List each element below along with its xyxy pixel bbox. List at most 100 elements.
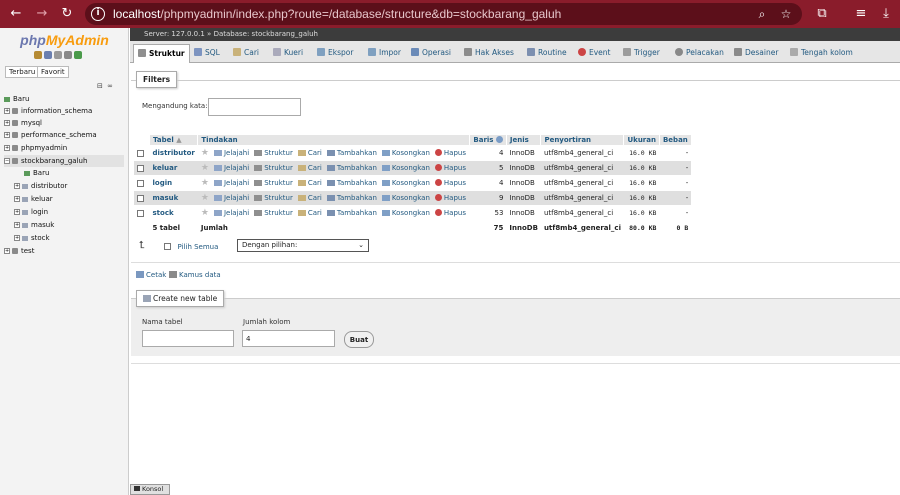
tab-trigger[interactable]: Trigger bbox=[623, 44, 660, 63]
browse-action[interactable]: Jelajahi bbox=[213, 164, 249, 172]
drop-action[interactable]: Hapus bbox=[434, 194, 466, 202]
search-action[interactable]: Cari bbox=[297, 209, 322, 217]
home-icon[interactable] bbox=[34, 51, 42, 59]
tree-item-stockbarang-galuh[interactable]: − stockbarang_galuh bbox=[4, 155, 124, 167]
collapse-link-icons[interactable]: ⊟ ∞ bbox=[97, 82, 114, 90]
docs-icon[interactable] bbox=[54, 51, 62, 59]
tab-event[interactable]: Event bbox=[578, 44, 611, 63]
tab-favorite[interactable]: Favorit bbox=[37, 66, 69, 78]
browse-action[interactable]: Jelajahi bbox=[213, 209, 249, 217]
drop-action[interactable]: Hapus bbox=[434, 164, 466, 172]
tab-impor[interactable]: Impor bbox=[368, 44, 401, 63]
tree-item-mysql[interactable]: + mysql bbox=[4, 117, 42, 129]
row-checkbox[interactable] bbox=[136, 179, 144, 187]
favorite-star-icon[interactable]: ★ bbox=[201, 193, 209, 203]
phpmyadmin-logo[interactable]: phpMyAdmin bbox=[0, 32, 129, 48]
insert-action[interactable]: Tambahkan bbox=[326, 209, 377, 217]
tab-kueri[interactable]: Kueri bbox=[273, 44, 303, 63]
insert-action[interactable]: Tambahkan bbox=[326, 149, 377, 157]
favorite-star-icon[interactable]: ★ bbox=[201, 163, 209, 173]
browse-action[interactable]: Jelajahi bbox=[213, 179, 249, 187]
search-action[interactable]: Cari bbox=[297, 179, 322, 187]
tab-recent[interactable]: Terbaru bbox=[5, 66, 40, 78]
tree-item-login[interactable]: + login bbox=[14, 206, 48, 218]
tree-item-performance-schema[interactable]: + performance_schema bbox=[4, 129, 97, 141]
row-checkbox[interactable] bbox=[136, 164, 144, 172]
col-baris[interactable]: Baris bbox=[469, 134, 507, 146]
breadcrumb-database[interactable]: Database: stockbarang_galuh bbox=[214, 30, 318, 38]
row-checkbox[interactable] bbox=[136, 149, 144, 157]
browse-action[interactable]: Jelajahi bbox=[213, 194, 249, 202]
search-action[interactable]: Cari bbox=[297, 194, 322, 202]
breadcrumb-server[interactable]: Server: 127.0.0.1 bbox=[144, 30, 205, 38]
row-checkbox[interactable] bbox=[136, 209, 144, 217]
table-name-input[interactable] bbox=[142, 330, 234, 347]
settings-icon[interactable] bbox=[64, 51, 72, 59]
select-all-checkbox[interactable] bbox=[164, 243, 171, 250]
tree-item-keluar[interactable]: + keluar bbox=[14, 193, 53, 205]
filter-input[interactable] bbox=[208, 98, 301, 116]
tab-operasi[interactable]: Operasi bbox=[411, 44, 451, 63]
reload-nav-icon[interactable] bbox=[74, 51, 82, 59]
table-name-link[interactable]: keluar bbox=[149, 160, 198, 176]
search-action[interactable]: Cari bbox=[297, 149, 322, 157]
data-dictionary-link[interactable]: Kamus data bbox=[169, 271, 221, 279]
table-name-link[interactable]: stock bbox=[149, 205, 198, 221]
structure-action[interactable]: Struktur bbox=[254, 149, 293, 157]
favorite-star-icon[interactable]: ★ bbox=[201, 208, 209, 218]
structure-action[interactable]: Struktur bbox=[254, 164, 293, 172]
insert-action[interactable]: Tambahkan bbox=[326, 179, 377, 187]
tab-routine[interactable]: Routine bbox=[527, 44, 567, 63]
col-ukuran[interactable]: Ukuran bbox=[623, 134, 660, 146]
empty-action[interactable]: Kosongkan bbox=[381, 194, 430, 202]
tree-item-distributor[interactable]: + distributor bbox=[14, 180, 67, 192]
download-icon[interactable]: ⤓ bbox=[876, 4, 896, 24]
print-link[interactable]: Cetak bbox=[136, 271, 166, 279]
back-arrow-icon[interactable]: ← bbox=[6, 4, 26, 24]
tab-cari[interactable]: Cari bbox=[233, 44, 259, 63]
tree-item-phpmyadmin[interactable]: + phpmyadmin bbox=[4, 142, 67, 154]
zoom-icon[interactable]: ⌕ bbox=[753, 5, 771, 23]
select-all-label[interactable]: Pilih Semua bbox=[178, 243, 219, 251]
tab-desainer[interactable]: Desainer bbox=[734, 44, 778, 63]
row-checkbox[interactable] bbox=[136, 194, 144, 202]
drop-action[interactable]: Hapus bbox=[434, 179, 466, 187]
drop-action[interactable]: Hapus bbox=[434, 149, 466, 157]
favorite-star-icon[interactable]: ★ bbox=[201, 178, 209, 188]
empty-action[interactable]: Kosongkan bbox=[381, 209, 430, 217]
browse-action[interactable]: Jelajahi bbox=[213, 149, 249, 157]
structure-action[interactable]: Struktur bbox=[254, 179, 293, 187]
tab-tengah-kolom[interactable]: Tengah kolom bbox=[790, 44, 853, 63]
tree-item-new-table[interactable]: Baru bbox=[24, 167, 49, 179]
tree-item-new[interactable]: Baru bbox=[4, 93, 29, 105]
tree-item-test[interactable]: + test bbox=[4, 245, 34, 257]
tab-sql[interactable]: SQL bbox=[194, 44, 220, 63]
structure-action[interactable]: Struktur bbox=[254, 209, 293, 217]
forward-arrow-icon[interactable]: → bbox=[32, 4, 52, 24]
logout-icon[interactable] bbox=[44, 51, 52, 59]
empty-action[interactable]: Kosongkan bbox=[381, 179, 430, 187]
tab-hak-akses[interactable]: Hak Akses bbox=[464, 44, 514, 63]
tab-ekspor[interactable]: Ekspor bbox=[317, 44, 353, 63]
create-table-button[interactable]: Buat bbox=[344, 331, 374, 348]
tree-item-masuk[interactable]: + masuk bbox=[14, 219, 54, 231]
table-name-link[interactable]: distributor bbox=[149, 145, 198, 161]
site-info-icon[interactable]: i bbox=[91, 7, 105, 21]
favorite-star-icon[interactable]: ★ bbox=[201, 148, 209, 158]
reload-icon[interactable]: ↻ bbox=[57, 4, 77, 24]
col-jenis[interactable]: Jenis bbox=[505, 134, 542, 146]
console-toggle[interactable]: Konsol bbox=[130, 484, 170, 495]
structure-action[interactable]: Struktur bbox=[254, 194, 293, 202]
empty-action[interactable]: Kosongkan bbox=[381, 149, 430, 157]
with-selected-select[interactable]: Dengan pilihan: ⌄ bbox=[237, 239, 369, 252]
col-penyortiran[interactable]: Penyortiran bbox=[540, 134, 625, 146]
tab-struktur[interactable]: Struktur bbox=[133, 44, 190, 63]
table-name-link[interactable]: masuk bbox=[149, 190, 198, 206]
search-action[interactable]: Cari bbox=[297, 164, 322, 172]
tree-item-stock[interactable]: + stock bbox=[14, 232, 50, 244]
empty-action[interactable]: Kosongkan bbox=[381, 164, 430, 172]
address-bar[interactable]: i localhost/phpmyadmin/index.php?route=/… bbox=[85, 3, 802, 25]
extensions-icon[interactable]: ⧉ bbox=[812, 4, 832, 24]
bookmark-star-icon[interactable]: ☆ bbox=[777, 5, 795, 23]
reading-list-icon[interactable]: ≡ bbox=[851, 4, 871, 24]
